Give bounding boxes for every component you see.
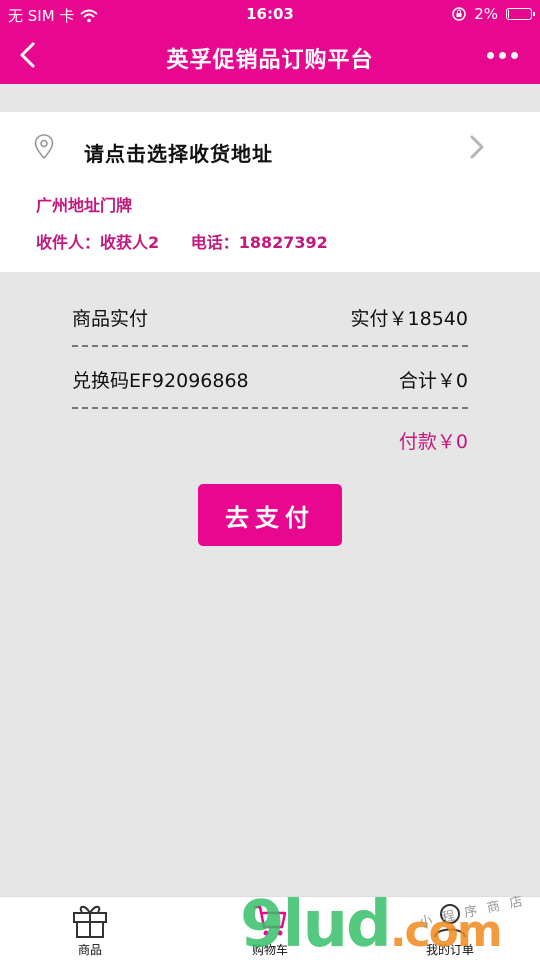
total-amount: 合计￥0 [398, 370, 468, 392]
recipient-line: 收件人：收获人2 电话：18827392 [36, 229, 354, 253]
page-title: 英孚促销品订购平台 [166, 48, 374, 73]
tab-cart[interactable]: 购物车 [210, 901, 330, 958]
product-paid-row: 商品实付 实付￥18540 [72, 304, 468, 331]
battery-icon [506, 8, 535, 20]
orientation-lock-icon [452, 7, 466, 21]
redeem-code: 兑换码EF92096868 [72, 370, 249, 392]
paid-amount: 实付￥18540 [350, 308, 468, 330]
divider [72, 407, 468, 409]
tab-orders[interactable]: 我的订单 [390, 901, 510, 958]
payment-row: 付款￥0 [72, 427, 468, 454]
tab-products-label: 商品 [77, 943, 102, 957]
chevron-right-icon[interactable] [468, 134, 486, 160]
pay-button[interactable]: 去支付 [198, 484, 342, 546]
tab-cart-label: 购物车 [251, 943, 288, 957]
status-bar: 无 SIM 卡 16:03 2% [0, 0, 540, 28]
location-pin-icon [34, 134, 54, 160]
redeem-code-row: 兑换码EF92096868 合计￥0 [72, 366, 468, 393]
gift-icon [73, 905, 107, 938]
more-options-icon[interactable] [487, 52, 518, 59]
address-card[interactable]: 请点击选择收货地址 广州地址门牌 收件人：收获人2 电话：18827392 [0, 112, 540, 272]
product-paid-label: 商品实付 [72, 308, 149, 330]
tab-products[interactable]: 商品 [30, 901, 150, 958]
address-detail: 广州地址门牌 [36, 196, 133, 215]
tab-orders-label: 我的订单 [425, 943, 474, 957]
select-address-prompt[interactable]: 请点击选择收货地址 [84, 138, 273, 167]
user-icon [434, 904, 466, 938]
battery-percent: 2% [474, 5, 498, 23]
tab-bar: 商品 购物车 我的订单 [0, 896, 540, 960]
status-right: 2% [452, 5, 535, 23]
nav-bar: 英孚促销品订购平台 [0, 28, 540, 84]
recipient-phone: 电话：18827392 [190, 233, 328, 252]
payment-amount: 付款￥0 [398, 431, 468, 453]
cart-icon [254, 905, 287, 936]
divider [72, 345, 468, 347]
recipient-name: 收件人：收获人2 [36, 233, 160, 252]
